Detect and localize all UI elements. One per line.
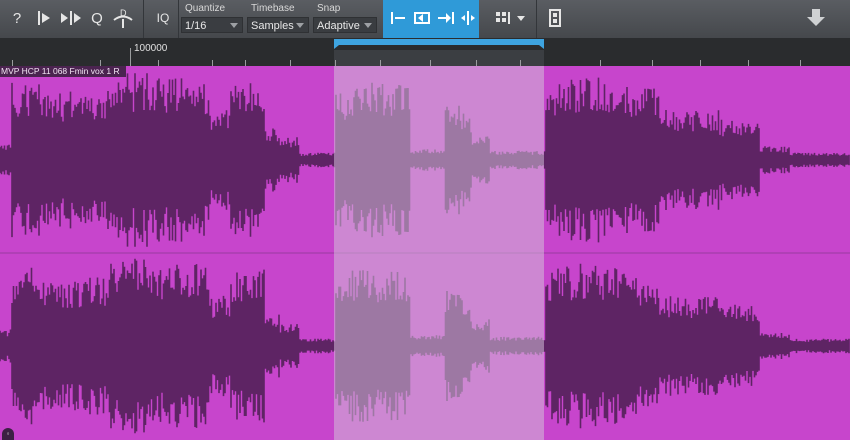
q-icon: Q — [91, 9, 103, 27]
snap-to-grid-button[interactable] — [409, 4, 435, 32]
timebase-select[interactable]: Samples — [247, 17, 309, 33]
quantize-label: Quantize — [185, 3, 226, 14]
snap-grid-icon — [414, 12, 430, 24]
snap-to-events-button[interactable] — [455, 4, 481, 32]
loop-range — [334, 50, 544, 66]
audio-bend-icon — [38, 11, 50, 25]
detect-transients-button[interactable]: D — [110, 4, 136, 32]
film-icon — [549, 9, 561, 27]
snap-label: Snap — [317, 3, 341, 14]
quantize-field: Quantize 1/16 — [181, 0, 245, 38]
grid-options-icon — [496, 12, 525, 24]
snap-events-icon — [461, 11, 475, 25]
snap-to-start-button[interactable] — [385, 4, 411, 32]
loop-marker[interactable] — [334, 38, 544, 50]
tempo-follow-button[interactable] — [32, 4, 58, 32]
quantize-value: 1/16 — [185, 20, 207, 32]
event-grip-icon[interactable]: ◦ — [2, 428, 14, 440]
view-options-button[interactable] — [492, 4, 528, 32]
ruler-position-label: 100000 — [134, 43, 168, 54]
snap-mode-group — [383, 0, 479, 38]
chevron-down-icon — [364, 23, 372, 28]
timebase-value: Samples — [251, 20, 294, 32]
snap-select[interactable]: Adaptive — [313, 17, 377, 33]
quantize-button[interactable]: Q — [84, 4, 110, 32]
expand-button[interactable] — [802, 4, 830, 32]
ruler-tick — [130, 48, 131, 66]
film-strip-button[interactable] — [542, 4, 568, 32]
stretch-button[interactable] — [58, 4, 84, 32]
timebase-field: Timebase Samples — [247, 0, 311, 38]
question-icon: ? — [12, 9, 22, 27]
chevron-down-icon — [296, 23, 304, 28]
quantize-select[interactable]: 1/16 — [181, 17, 243, 33]
transient-icon: D — [113, 8, 133, 28]
snap-field: Snap Adaptive — [313, 0, 379, 38]
event-name-label: MVP HCP 11 068 Fmin vox 1 R — [0, 66, 126, 77]
snap-end-icon — [438, 12, 454, 24]
iq-label: IQ — [156, 11, 170, 25]
snap-start-icon — [391, 12, 405, 24]
iq-button[interactable]: IQ — [150, 4, 176, 32]
selection-range[interactable] — [334, 66, 544, 440]
stretch-icon — [61, 11, 81, 25]
help-button[interactable]: ? — [4, 4, 30, 32]
toolbar: ? Q D IQ Quantize 1/16 Timebase Samples … — [0, 0, 850, 39]
snap-value: Adaptive — [317, 20, 360, 32]
timebase-label: Timebase — [251, 3, 295, 14]
chevron-down-icon — [230, 23, 238, 28]
arrow-down-icon — [807, 9, 825, 26]
